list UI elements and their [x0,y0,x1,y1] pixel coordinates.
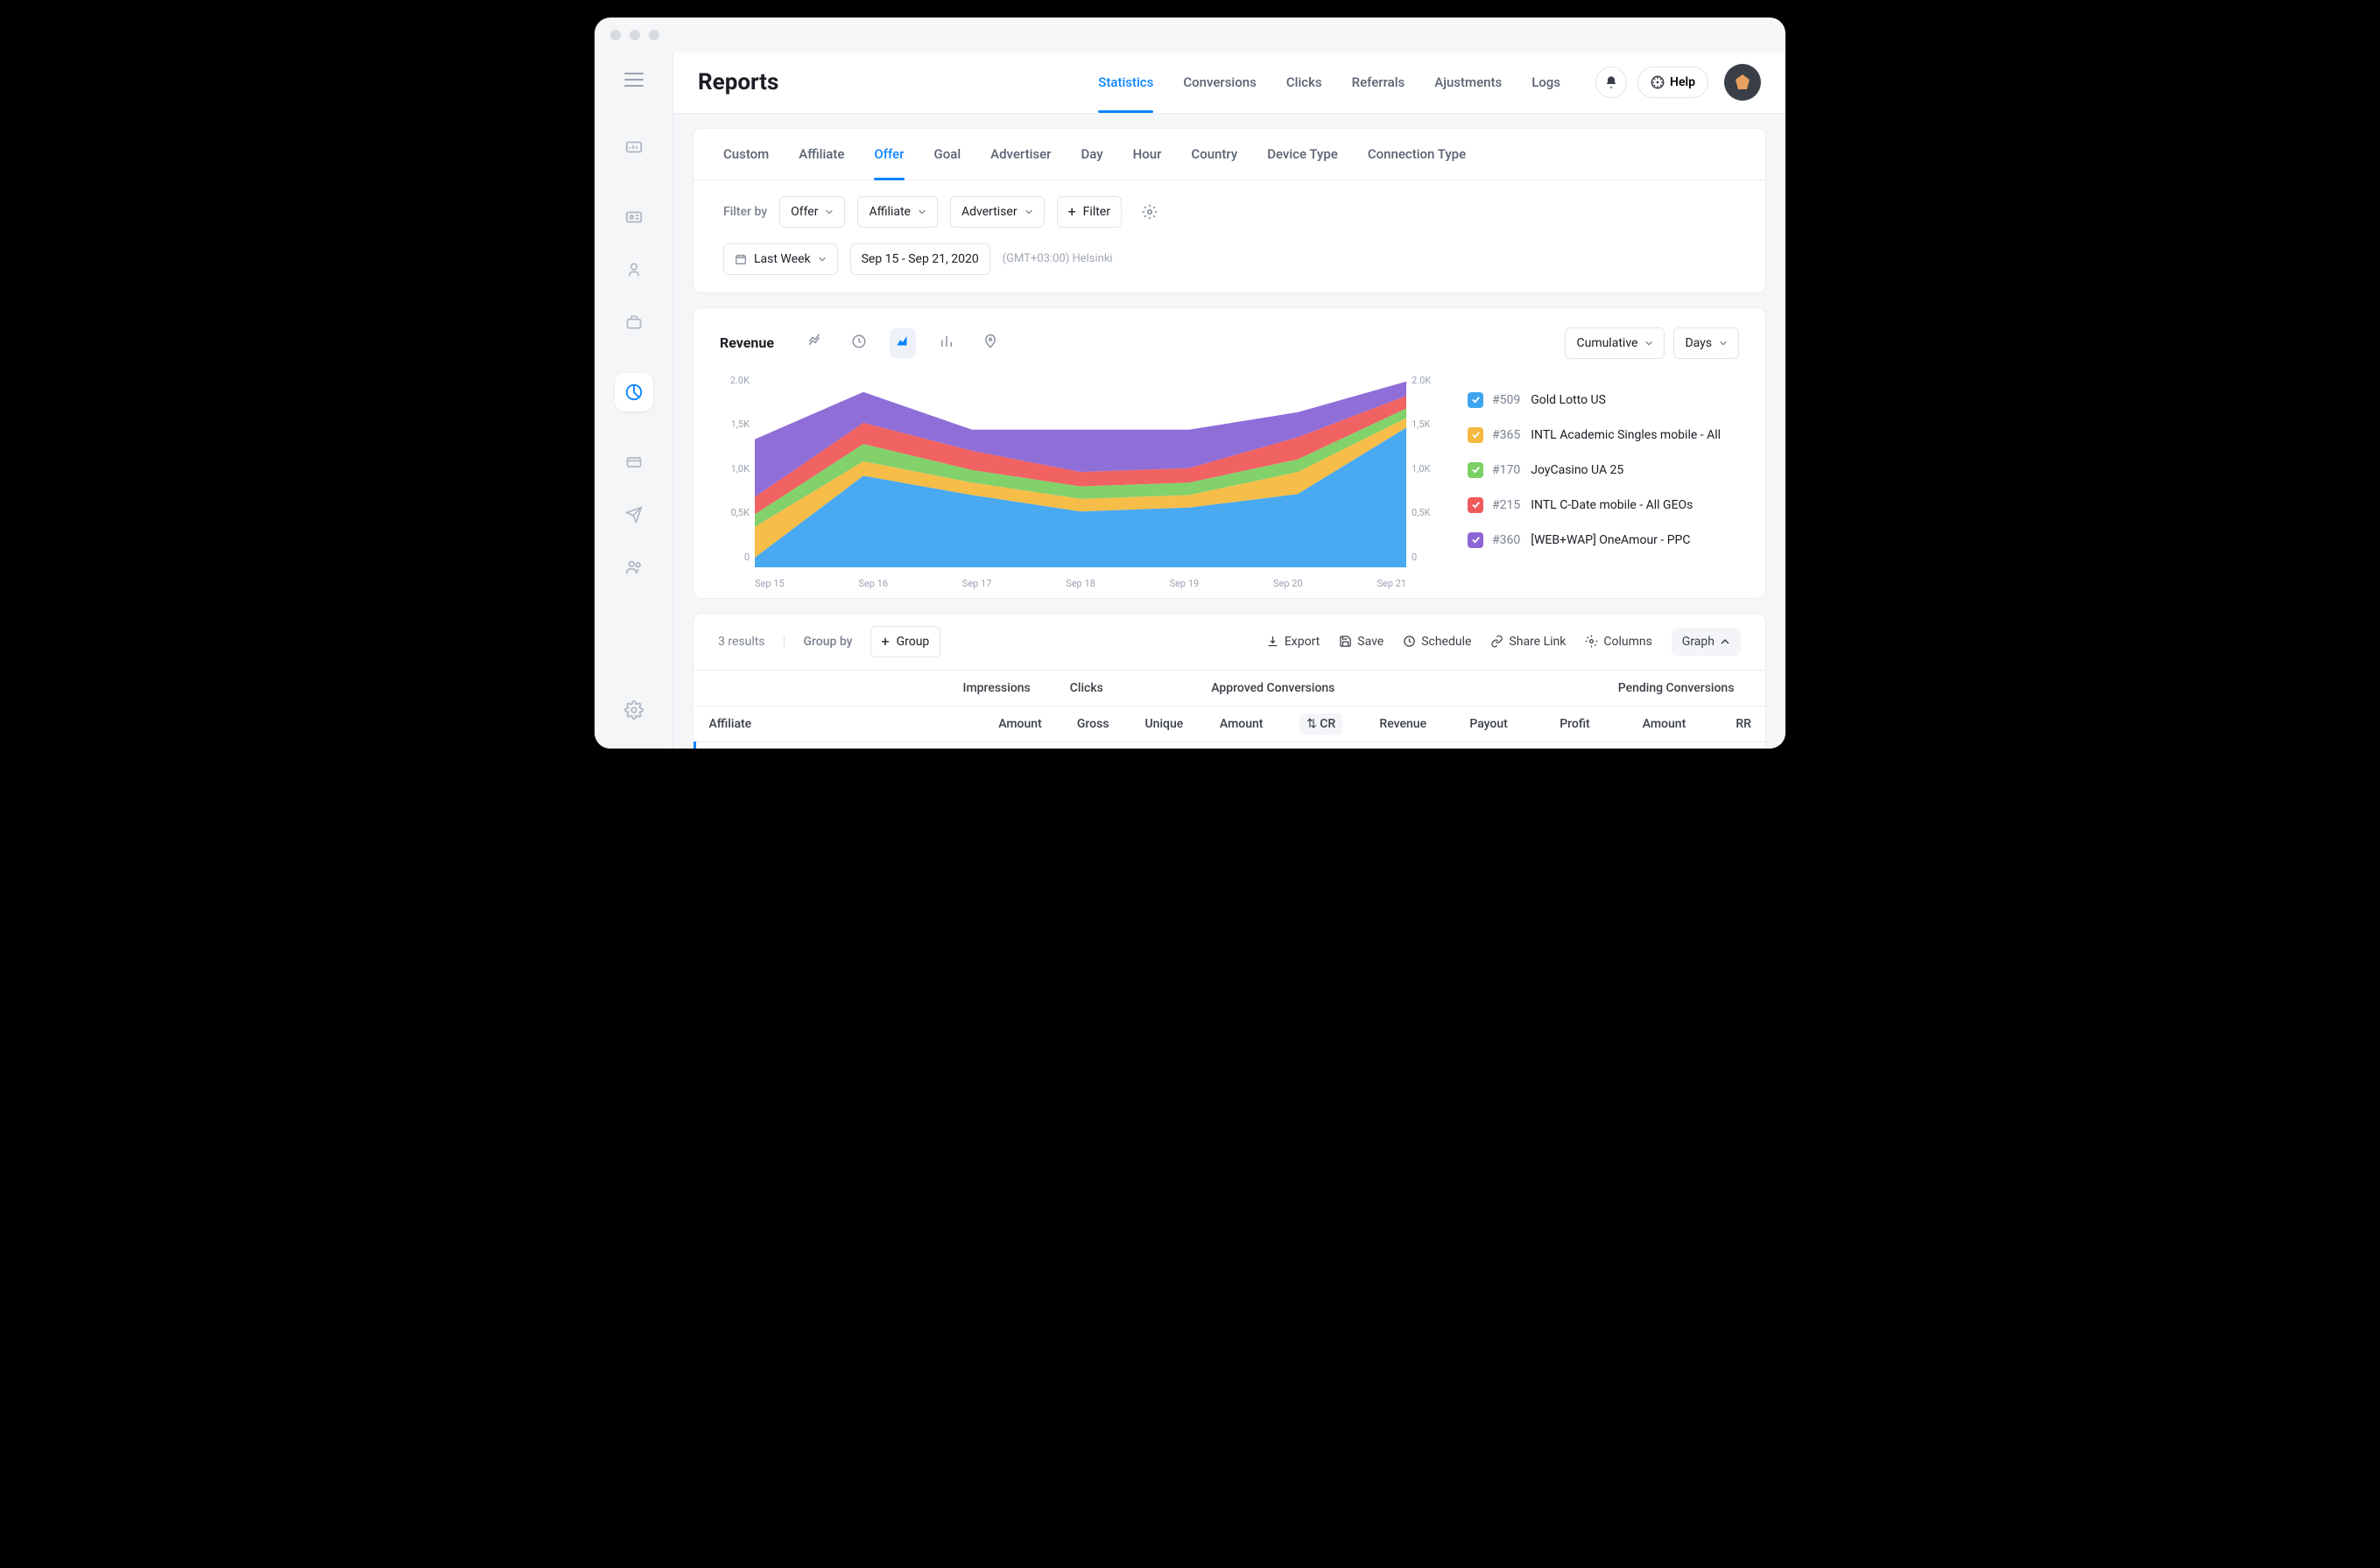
user-avatar[interactable] [1724,64,1761,101]
subtab-offer[interactable]: Offer [874,129,904,179]
date-preset-dropdown[interactable]: Last Week [723,243,838,275]
col-unique[interactable]: Unique [1123,706,1198,742]
chart-type-area-icon[interactable] [890,328,916,358]
subtab-goal[interactable]: Goal [934,129,961,179]
top-tab-statistics[interactable]: Statistics [1098,53,1153,113]
nav-settings-icon[interactable] [615,691,653,729]
sidebar-rail [595,53,673,749]
subtab-country[interactable]: Country [1191,129,1237,179]
results-table: Impressions Clicks Approved Conversions … [694,671,1765,749]
filter-affiliate-dropdown[interactable]: Affiliate [857,196,938,228]
traffic-light-close[interactable] [610,30,621,40]
results-count: 3 results [718,635,765,649]
col-conv-amount[interactable]: Amount [1197,706,1277,742]
nav-id-icon[interactable] [615,198,653,236]
columns-button[interactable]: Columns [1585,635,1651,649]
col-impr-amount[interactable]: Amount [949,706,1056,742]
subtab-advertiser[interactable]: Advertiser [990,129,1051,179]
notifications-button[interactable] [1595,67,1627,98]
top-tabs: Statistics Conversions Clicks Referrals Ajus… [1098,53,1560,113]
nav-user-icon[interactable] [615,250,653,289]
col-profit[interactable]: Profit [1522,706,1604,742]
nav-card-icon[interactable] [615,443,653,482]
chart-type-bar-icon[interactable] [933,328,960,358]
graph-toggle[interactable]: Graph [1672,628,1741,656]
add-filter-button[interactable]: +Filter [1057,196,1122,228]
legend-item[interactable]: #215INTL C-Date mobile - All GEOs [1468,497,1739,513]
col-payout[interactable]: Payout [1440,706,1522,742]
chart-title: Revenue [720,334,774,351]
nav-send-icon[interactable] [615,496,653,534]
nav-reports-icon[interactable] [615,373,653,411]
window-titlebar [595,18,1785,53]
nav-briefcase-icon[interactable] [615,303,653,341]
legend-item[interactable]: #509Gold Lotto US [1468,392,1739,408]
subtab-hour[interactable]: Hour [1133,129,1162,179]
chart-cumulative-dropdown[interactable]: Cumulative [1565,327,1665,359]
table-row[interactable]: #509 Gold Lotto US+ 12 487 981 926 44 4.… [695,742,1766,749]
nav-dashboard-icon[interactable] [615,128,653,166]
subtab-day[interactable]: Day [1081,129,1102,179]
top-tab-conversions[interactable]: Conversions [1183,53,1256,113]
chart-period-dropdown[interactable]: Days [1673,327,1739,359]
group-button[interactable]: +Group [870,626,941,657]
report-subtabs: Custom Affiliate Offer Goal Advertiser Day Hou… [694,129,1765,180]
traffic-light-max[interactable] [649,30,659,40]
col-gross[interactable]: Gross [1056,706,1123,742]
help-button[interactable]: Help [1637,67,1708,98]
legend-item[interactable]: #365INTL Academic Singles mobile - All [1468,427,1739,443]
top-tab-ajustments[interactable]: Ajustments [1434,53,1502,113]
subtab-connection-type[interactable]: Connection Type [1368,129,1466,179]
chart-type-line-icon[interactable] [802,328,828,358]
save-button[interactable]: Save [1339,635,1384,649]
chart-type-time-icon[interactable] [846,328,872,358]
top-tab-logs[interactable]: Logs [1532,53,1560,113]
col-cr[interactable]: ⇅ CR [1277,706,1356,742]
top-tab-clicks[interactable]: Clicks [1286,53,1322,113]
nav-team-icon[interactable] [615,548,653,587]
date-range-picker[interactable]: Sep 15 - Sep 21, 2020 [850,243,990,275]
subtab-custom[interactable]: Custom [723,129,769,179]
filter-offer-dropdown[interactable]: Offer [779,196,845,228]
subtab-device-type[interactable]: Device Type [1267,129,1338,179]
col-revenue[interactable]: Revenue [1356,706,1440,742]
traffic-light-min[interactable] [630,30,640,40]
menu-toggle[interactable] [624,68,644,91]
legend-item[interactable]: #360[WEB+WAP] OneAmour - PPC [1468,532,1739,548]
col-pend-amount[interactable]: Amount [1604,706,1701,742]
filter-settings-icon[interactable] [1134,196,1165,228]
schedule-button[interactable]: Schedule [1403,635,1471,649]
timezone-label: (GMT+03:00) Helsinki [1003,252,1113,265]
top-tab-referrals[interactable]: Referrals [1352,53,1405,113]
col-affiliate[interactable]: Affiliate [695,706,949,742]
page-title: Reports [698,69,778,95]
filter-advertiser-dropdown[interactable]: Advertiser [950,196,1045,228]
share-button[interactable]: Share Link [1490,635,1566,649]
subtab-affiliate[interactable]: Affiliate [799,129,844,179]
chart-type-map-icon[interactable] [977,328,1003,358]
col-rr[interactable]: RR [1700,706,1765,742]
export-button[interactable]: Export [1266,635,1320,649]
legend-item[interactable]: #170JoyCasino UA 25 [1468,462,1739,478]
filter-label: Filter by [723,205,767,219]
